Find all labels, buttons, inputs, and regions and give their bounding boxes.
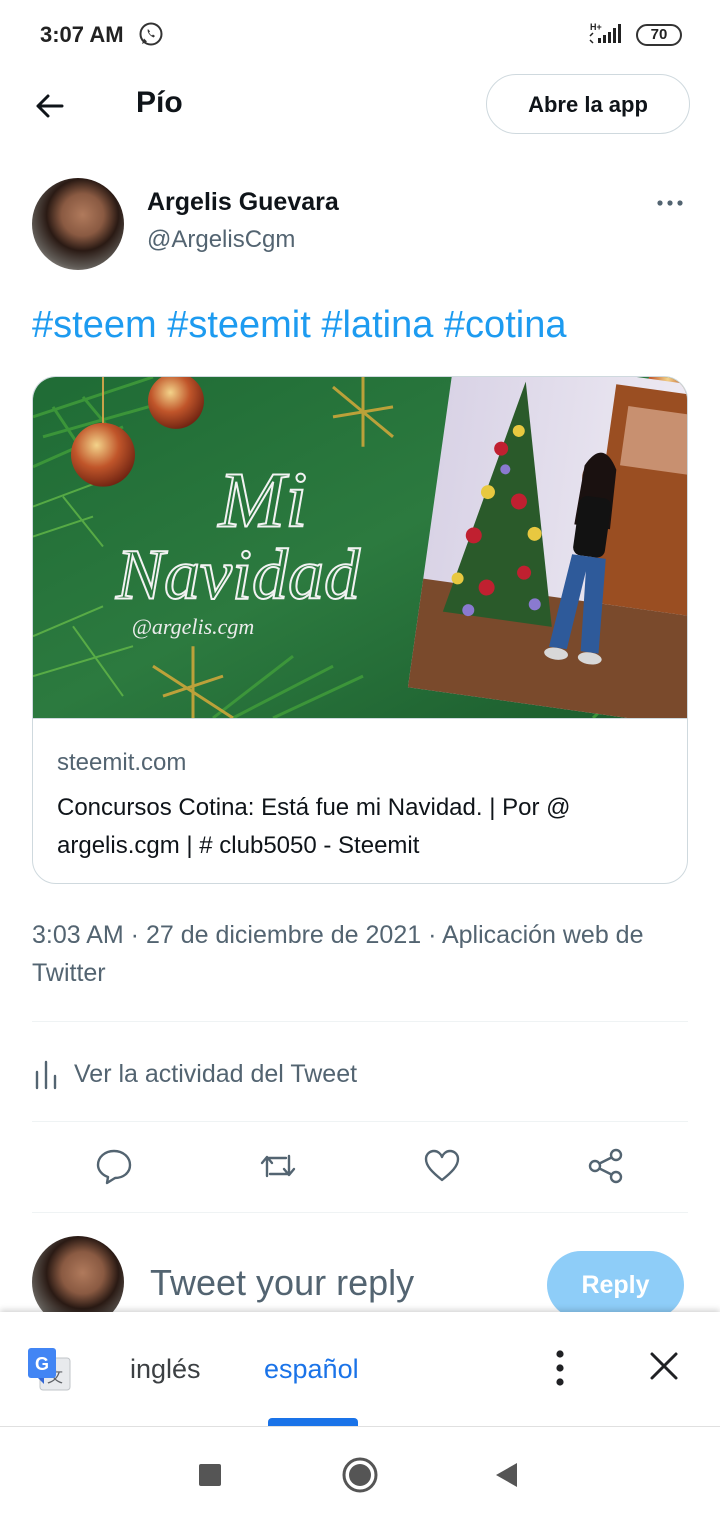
like-heart-icon[interactable]: [422, 1146, 462, 1186]
author-avatar[interactable]: [32, 178, 124, 270]
link-preview-card[interactable]: Mi Navidad @argelis.cgm steemit.com Conc…: [32, 376, 688, 884]
card-image-text-navidad: Navidad: [115, 534, 361, 614]
source-language-tab[interactable]: inglés: [130, 1354, 201, 1385]
svg-text:G: G: [35, 1354, 49, 1374]
tweet-timestamp: 3:03 AM · 27 de diciembre de 2021 · Apli…: [32, 921, 644, 987]
close-icon[interactable]: [646, 1348, 682, 1384]
retweet-icon[interactable]: [258, 1146, 298, 1186]
signal-icon: H+: [589, 22, 621, 44]
google-translate-icon: 文 G: [28, 1348, 71, 1391]
card-image-text-mi: Mi: [218, 457, 308, 545]
translate-bar: 文 G inglés español: [0, 1312, 720, 1426]
more-options-icon[interactable]: [650, 188, 690, 218]
tweet-hashtags: #steem #steemit #latina #cotina: [32, 304, 566, 347]
hashtag-link[interactable]: #steemit: [167, 304, 311, 346]
card-domain: steemit.com: [57, 749, 187, 776]
system-nav-bar: [0, 1426, 720, 1520]
back-arrow-icon[interactable]: [30, 86, 70, 126]
back-triangle-icon[interactable]: [488, 1455, 528, 1495]
home-circle-icon[interactable]: [340, 1455, 380, 1495]
battery-indicator: 70: [636, 24, 682, 46]
tweet-actions: [0, 1140, 720, 1196]
author-name[interactable]: Argelis Guevara: [147, 188, 339, 217]
top-header: Pío Abre la app: [0, 70, 720, 140]
status-time: 3:07 AM: [40, 22, 124, 47]
status-bar: 3:07 AM H+ 70: [0, 0, 720, 70]
author-handle[interactable]: @ArgelisCgm: [147, 226, 295, 254]
reply-icon[interactable]: [94, 1146, 134, 1186]
more-vertical-icon[interactable]: [546, 1346, 574, 1390]
hashtag-link[interactable]: #latina: [321, 304, 433, 346]
page-title: Pío: [136, 86, 183, 119]
recents-square-icon[interactable]: [190, 1455, 230, 1495]
reply-input[interactable]: Tweet your reply: [150, 1262, 414, 1304]
divider: [32, 1121, 688, 1122]
whatsapp-icon: [139, 22, 163, 46]
target-language-tab[interactable]: español: [264, 1354, 359, 1385]
hashtag-link[interactable]: #cotina: [444, 304, 567, 346]
divider: [32, 1021, 688, 1022]
card-image: Mi Navidad @argelis.cgm: [33, 377, 687, 719]
analytics-icon: [35, 1060, 57, 1090]
card-title: Concursos Cotina: Está fue mi Navidad. |…: [57, 794, 571, 859]
network-type-label: H+: [590, 22, 602, 32]
activity-label: Ver la actividad del Tweet: [74, 1059, 358, 1088]
selected-tab-indicator: [268, 1418, 358, 1426]
card-image-credit: @argelis.cgm: [132, 614, 255, 639]
hashtag-link[interactable]: #steem: [32, 304, 157, 346]
open-app-button[interactable]: Abre la app: [486, 74, 690, 134]
divider: [32, 1212, 688, 1213]
reply-button[interactable]: Reply: [547, 1251, 684, 1319]
tweet-activity-link[interactable]: Ver la actividad del Tweet: [32, 1052, 357, 1096]
share-icon[interactable]: [586, 1146, 626, 1186]
